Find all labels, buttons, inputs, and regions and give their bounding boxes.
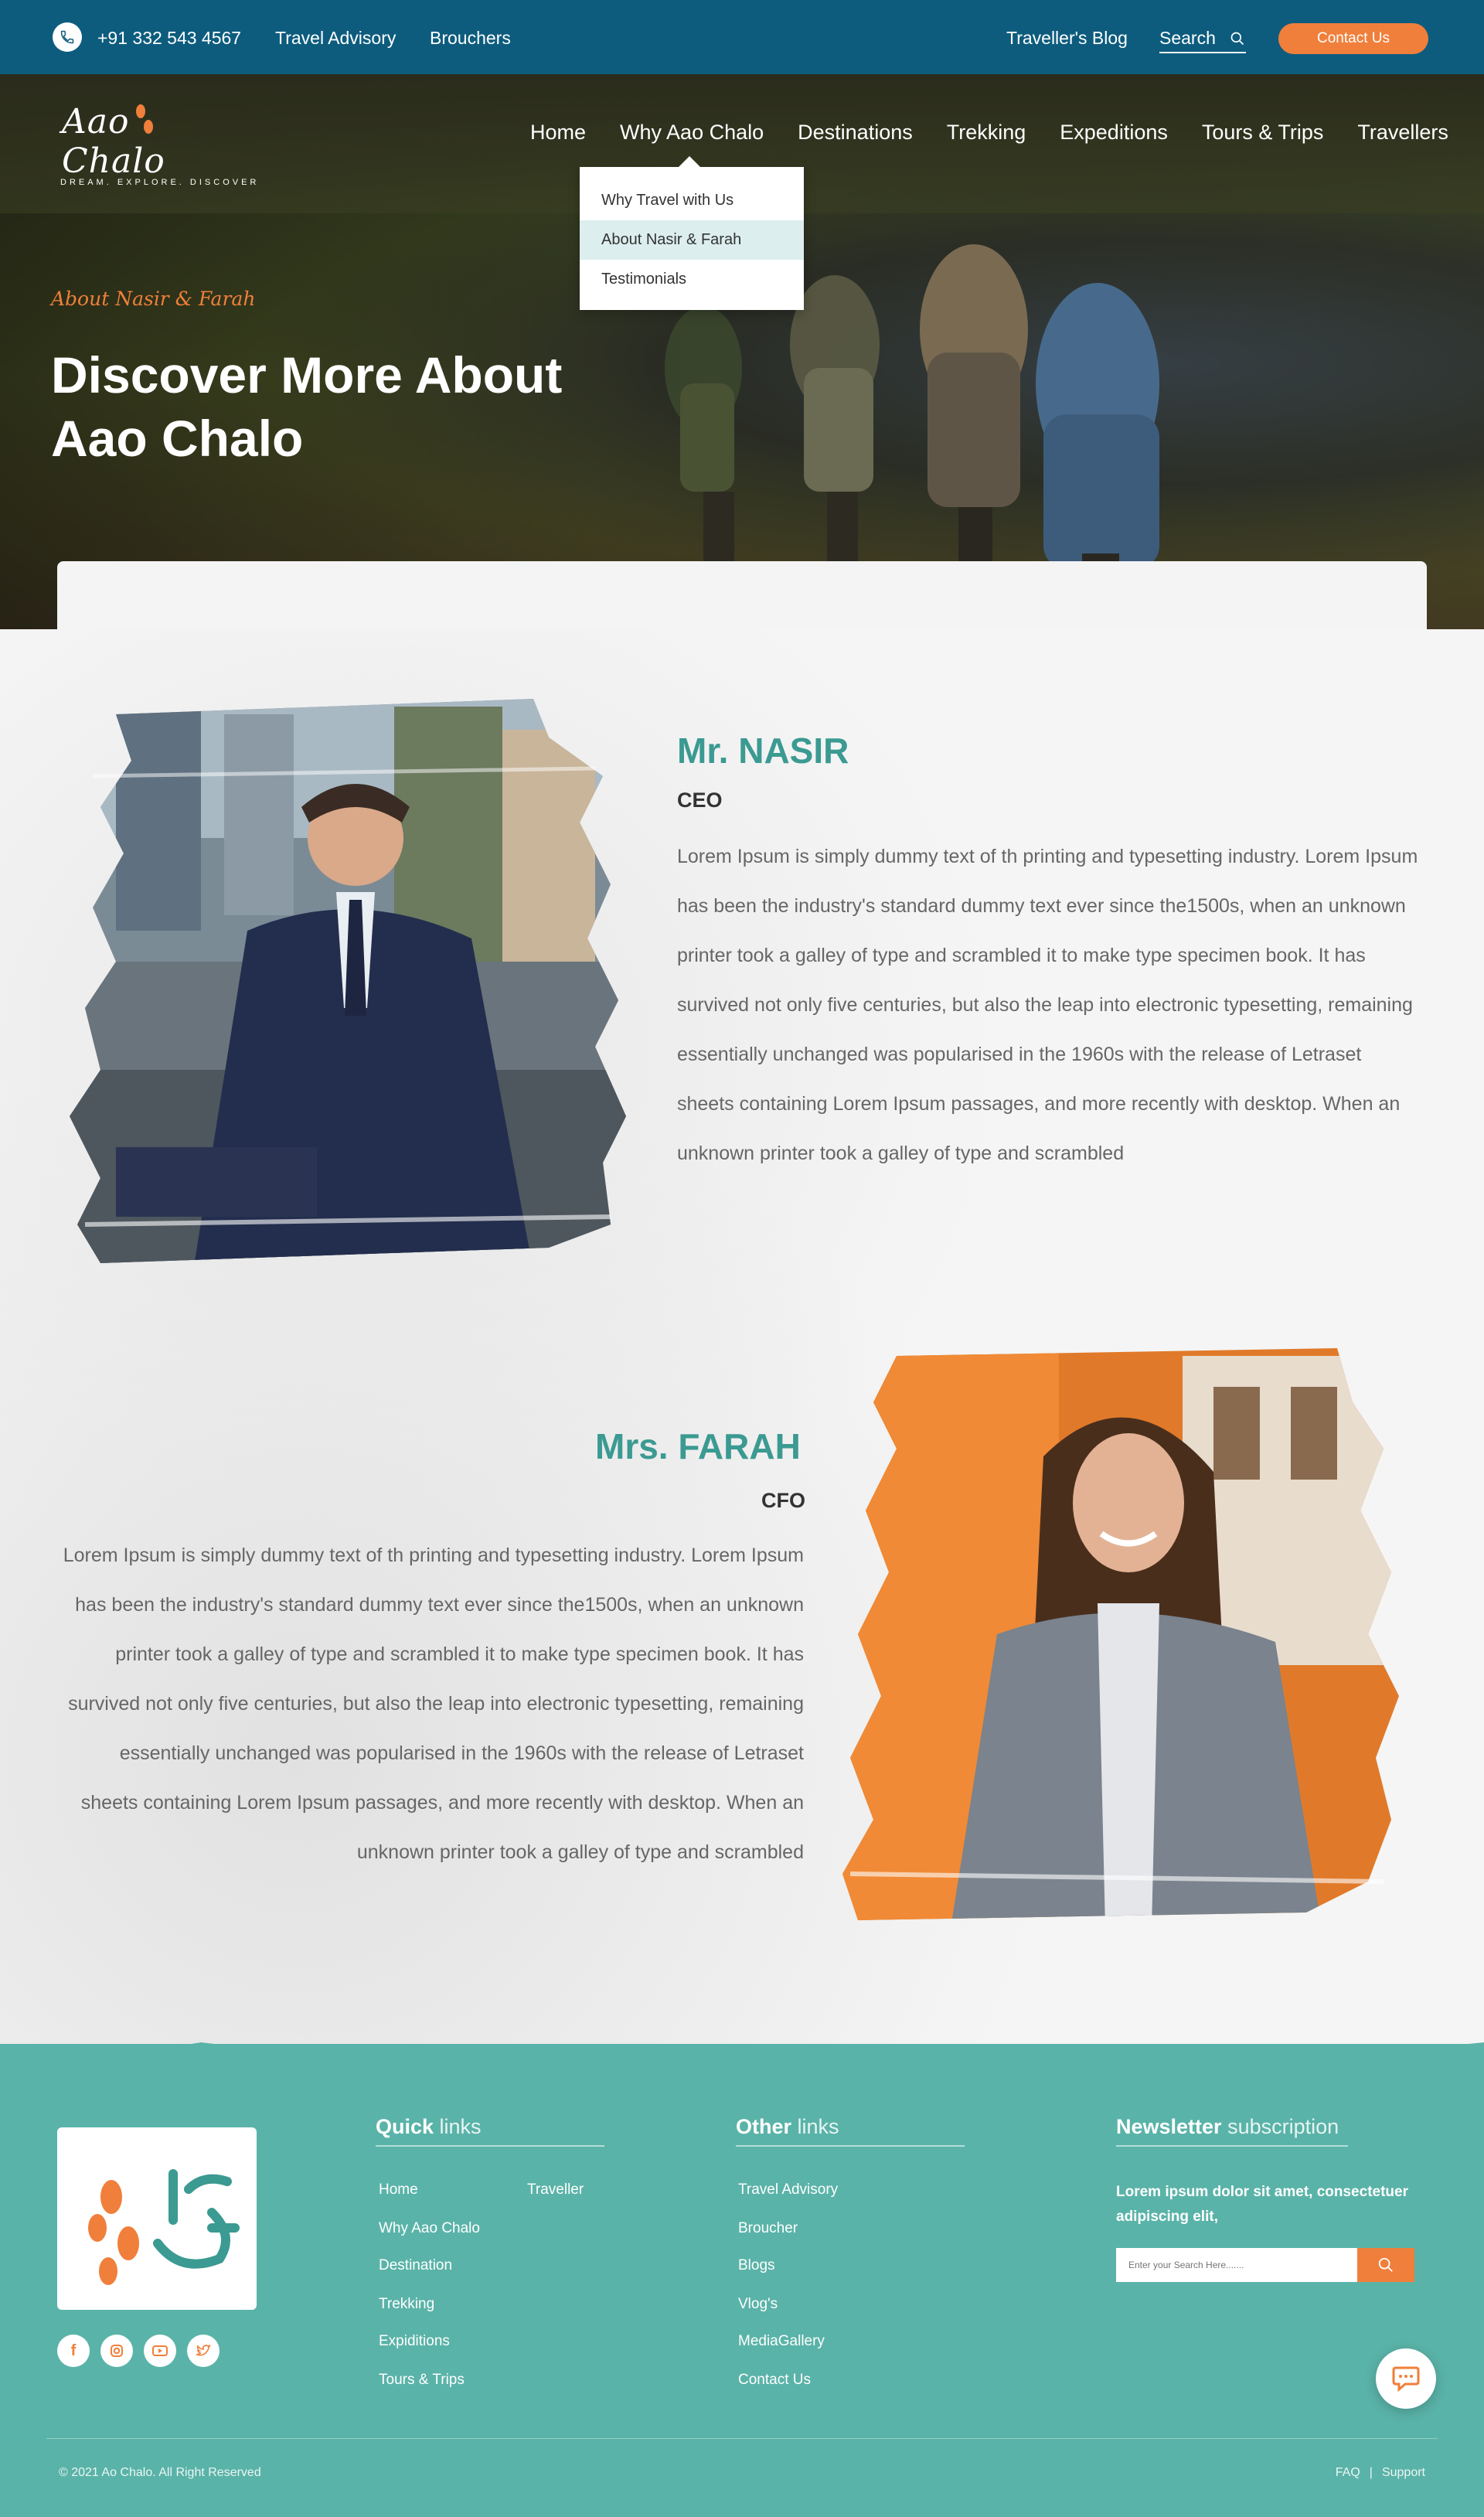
other-links-title: Other links [736, 2115, 965, 2147]
newsletter-submit-button[interactable] [1357, 2248, 1414, 2282]
travellers-blog-link[interactable]: Traveller's Blog [1006, 28, 1128, 49]
footer-link-blogs[interactable]: Blogs [738, 2257, 775, 2274]
search-icon [1378, 2257, 1393, 2272]
farah-photo [842, 1348, 1399, 1920]
footer-link-travel-advisory[interactable]: Travel Advisory [738, 2182, 838, 2199]
hero-headline: Discover More About Aao Chalo [51, 346, 563, 467]
nav-tours-trips[interactable]: Tours & Trips [1185, 121, 1341, 145]
aao-chalo-logo[interactable]: Aao Chalo DREAM. EXPLORE. DISCOVER [54, 91, 256, 187]
hero-banner: Aao Chalo DREAM. EXPLORE. DISCOVER Home … [0, 74, 1484, 629]
newsletter-email-input[interactable] [1116, 2248, 1357, 2282]
farah-name: Mrs. FARAH [595, 1426, 801, 1466]
footer: f Quick links Home Why Aao Chalo Destina… [0, 2042, 1484, 2517]
nasir-name: Mr. NASIR [677, 731, 849, 771]
footer-link-traveller[interactable]: Traveller [527, 2182, 584, 2199]
phone-icon[interactable] [53, 22, 82, 52]
newsletter-title: Newsletter subscription [1116, 2115, 1348, 2147]
nav-destinations[interactable]: Destinations [781, 121, 930, 145]
chat-icon[interactable] [1376, 2348, 1436, 2409]
dropdown-item-testimonials[interactable]: Testimonials [580, 260, 804, 299]
newsletter-text: Lorem ipsum dolor sit amet, consectetuer… [1116, 2184, 1408, 2225]
quick-links-title-bold: Quick [376, 2115, 434, 2138]
brouchers-link[interactable]: Brouchers [430, 28, 511, 49]
content-card-top [57, 561, 1427, 629]
nav-why-aao-chalo[interactable]: Why Aao Chalo [603, 121, 781, 145]
contact-us-button[interactable]: Contact Us [1278, 23, 1428, 54]
footer-link-home[interactable]: Home [379, 2182, 418, 2199]
why-aao-chalo-dropdown: Why Travel with Us About Nasir & Farah T… [580, 156, 804, 310]
search-label: Search [1159, 28, 1216, 48]
about-content: Mr. NASIR CEO Lorem Ipsum is simply dumm… [0, 629, 1484, 2044]
footer-divider [46, 2438, 1438, 2439]
phone-number[interactable]: +91 332 543 4567 [97, 28, 241, 49]
instagram-icon[interactable] [100, 2335, 133, 2367]
top-bar: +91 332 543 4567 Travel Advisory Brouche… [0, 0, 1484, 74]
footer-link-tours-trips[interactable]: Tours & Trips [379, 2372, 465, 2389]
nasir-bio: Lorem Ipsum is simply dummy text of th p… [677, 846, 1418, 1164]
copyright-text: © 2021 Ao Chalo. All Right Reserved [59, 2466, 261, 2479]
youtube-icon[interactable] [144, 2335, 176, 2367]
other-links-title-light: links [797, 2115, 839, 2138]
nasir-photo [70, 699, 626, 1263]
facebook-icon[interactable]: f [57, 2335, 90, 2367]
footer-link-destination[interactable]: Destination [379, 2257, 452, 2274]
other-links-title-bold: Other [736, 2115, 792, 2138]
farah-bio: Lorem Ipsum is simply dummy text of th p… [63, 1545, 804, 1863]
dropdown-item-about[interactable]: About Nasir & Farah [580, 220, 804, 260]
quick-links-title-light: links [439, 2115, 482, 2138]
twitter-icon[interactable] [187, 2335, 220, 2367]
footer-link-trekking[interactable]: Trekking [379, 2296, 434, 2313]
footer-link-media-gallery[interactable]: MediaGallery [738, 2333, 825, 2350]
social-links: f [57, 2335, 220, 2367]
farah-role: CFO [761, 1489, 805, 1512]
nasir-role: CEO [677, 788, 723, 812]
footer-link-contact-us[interactable]: Contact Us [738, 2372, 811, 2389]
footprint-icon [136, 104, 153, 134]
newsletter-title-light: subscription [1227, 2115, 1339, 2138]
nav-home[interactable]: Home [530, 121, 603, 145]
quick-links-title: Quick links [376, 2115, 604, 2147]
bottom-links-separator: | [1369, 2466, 1373, 2479]
footer-bottom-links: FAQ | Support [1336, 2466, 1425, 2480]
newsletter-title-bold: Newsletter [1116, 2115, 1222, 2138]
footer-link-broucher[interactable]: Broucher [738, 2220, 798, 2237]
footer-link-vlogs[interactable]: Vlog's [738, 2296, 778, 2313]
footer-logo-mark [88, 2169, 240, 2285]
dropdown-item-why-travel[interactable]: Why Travel with Us [580, 181, 804, 220]
footer-logo[interactable] [57, 2127, 257, 2310]
nav-travellers[interactable]: Travellers [1340, 121, 1465, 145]
search-link[interactable]: Search [1159, 28, 1246, 53]
support-link[interactable]: Support [1382, 2466, 1425, 2480]
main-navigation: Home Why Aao Chalo Destinations Trekking… [530, 121, 1465, 145]
search-icon [1230, 32, 1244, 45]
faq-link[interactable]: FAQ [1336, 2466, 1360, 2480]
logo-tagline: DREAM. EXPLORE. DISCOVER [60, 178, 260, 187]
nav-trekking[interactable]: Trekking [930, 121, 1043, 145]
nav-expeditions[interactable]: Expeditions [1043, 121, 1185, 145]
footer-link-expiditions[interactable]: Expiditions [379, 2333, 450, 2350]
hero-kicker: About Nasir & Farah [51, 288, 256, 310]
torn-edge-decoration [0, 2042, 1484, 2075]
footer-link-why-aao-chalo[interactable]: Why Aao Chalo [379, 2220, 480, 2237]
travel-advisory-link[interactable]: Travel Advisory [275, 28, 396, 49]
